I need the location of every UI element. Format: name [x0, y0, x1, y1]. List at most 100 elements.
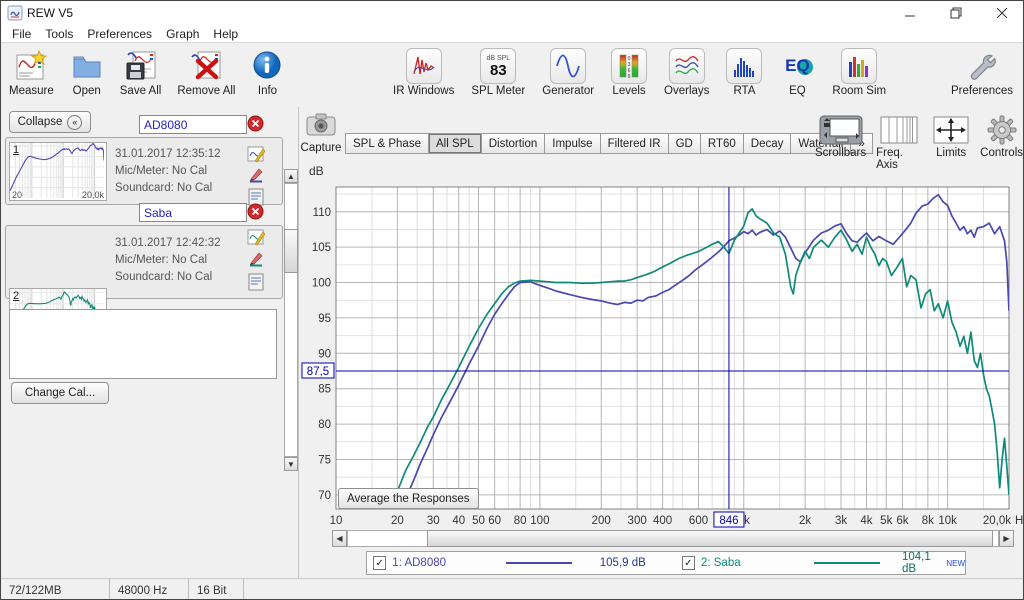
info-button[interactable]: Info	[247, 45, 287, 99]
legend-2-new-badge: NEW	[946, 559, 965, 568]
spl-meter-icon: dB SPL 83	[480, 47, 516, 85]
save-all-button[interactable]: Save All	[116, 45, 166, 99]
measurement-1-mic-cal: Mic/Meter: No Cal	[115, 163, 221, 180]
status-bit-depth: 16 Bit	[189, 579, 244, 600]
rta-label: RTA	[733, 85, 755, 97]
spl-meter-button[interactable]: dB SPL 83 SPL Meter	[467, 45, 529, 99]
measurement-1-thumbnail[interactable]: 1 20 20,0k	[9, 142, 107, 201]
rta-button[interactable]: RTA	[722, 45, 766, 99]
spl-meter-label: SPL Meter	[471, 85, 525, 97]
measurement-2-pencil-icon[interactable]	[246, 250, 266, 270]
limits-button[interactable]: Limits	[932, 113, 970, 171]
main-toolbar: Measure Open Save All Remove All	[1, 43, 1024, 107]
notes-textarea[interactable]	[9, 309, 277, 379]
close-button[interactable]	[979, 1, 1024, 25]
spl-plot[interactable]: 7075808590951001051101020304050608010020…	[301, 181, 1024, 533]
panel-scroll-up-button[interactable]: ▲	[284, 169, 298, 183]
controls-button[interactable]: Controls	[980, 113, 1023, 171]
measurement-2-trace-edit-icon[interactable]	[246, 227, 266, 247]
panel-scroll-down-button[interactable]: ▼	[284, 457, 298, 471]
measurement-2-delete-button[interactable]	[247, 203, 264, 225]
tab-distortion[interactable]: Distortion	[482, 133, 546, 154]
levels-icon: 0369	[611, 47, 647, 85]
measurement-1-pencil-icon[interactable]	[246, 166, 266, 186]
measurement-1-name-input[interactable]	[139, 115, 247, 134]
legend-1-label: 1: AD8080	[392, 557, 496, 569]
tab-spl-phase[interactable]: SPL & Phase	[345, 133, 429, 154]
measure-icon	[14, 47, 48, 85]
legend-2-value: 104,1 dB	[902, 551, 945, 575]
panel-scrollbar-track[interactable]	[284, 183, 298, 457]
measure-button[interactable]: Measure	[5, 45, 58, 99]
svg-text:10: 10	[330, 515, 343, 527]
status-bar: 72/122MB 48000 Hz 16 Bit	[1, 578, 1024, 600]
preferences-label: Preferences	[951, 85, 1013, 97]
svg-text:80: 80	[318, 419, 331, 431]
svg-text:2k: 2k	[799, 515, 811, 527]
change-cal-button[interactable]: Change Cal...	[11, 382, 109, 404]
ir-windows-icon	[406, 47, 442, 85]
restore-button[interactable]	[933, 1, 979, 25]
svg-text:75: 75	[318, 454, 331, 466]
tab-impulse[interactable]: Impulse	[545, 133, 600, 154]
svg-text:30: 30	[427, 515, 440, 527]
svg-text:8k: 8k	[922, 515, 934, 527]
controls-label: Controls	[980, 147, 1023, 159]
levels-label: Levels	[612, 85, 645, 97]
preferences-button[interactable]: Preferences	[947, 45, 1017, 99]
legend-2-checkbox[interactable]: ✓	[682, 556, 695, 570]
collapse-button[interactable]: Collapse «	[9, 111, 91, 133]
graph-scrollbar-thumb[interactable]	[427, 530, 993, 547]
info-icon	[251, 47, 283, 85]
spl-meter-value: 83	[490, 63, 507, 78]
measurement-1-soundcard-cal: Soundcard: No Cal	[115, 180, 221, 197]
generator-icon	[550, 47, 586, 85]
graph-scroll-left-button[interactable]: ◀	[332, 530, 347, 547]
tab-all-spl[interactable]: All SPL	[429, 133, 482, 154]
ir-windows-button[interactable]: IR Windows	[389, 45, 458, 99]
tab-decay[interactable]: Decay	[744, 133, 792, 154]
overlays-button[interactable]: Overlays	[660, 45, 713, 99]
camera-icon	[305, 124, 337, 141]
menu-preferences[interactable]: Preferences	[80, 26, 159, 42]
tab-gd[interactable]: GD	[669, 133, 701, 154]
remove-all-button[interactable]: Remove All	[173, 45, 239, 99]
room-sim-icon	[841, 47, 877, 85]
window-title: REW V5	[27, 6, 73, 20]
capture-button[interactable]: Capture	[295, 111, 347, 154]
ir-windows-label: IR Windows	[393, 85, 454, 97]
legend-1-checkbox[interactable]: ✓	[373, 556, 386, 570]
room-sim-button[interactable]: Room Sim	[828, 45, 890, 99]
tab-filtered-ir[interactable]: Filtered IR	[601, 133, 669, 154]
menu-graph[interactable]: Graph	[159, 26, 206, 42]
measurement-2-notes-icon[interactable]	[246, 272, 266, 292]
menu-help[interactable]: Help	[206, 26, 245, 42]
status-memory: 72/122MB	[1, 579, 110, 600]
generator-button[interactable]: Generator	[538, 45, 598, 99]
scrollbars-button[interactable]: Scrollbars	[815, 113, 866, 171]
measurement-2-mic-cal: Mic/Meter: No Cal	[115, 252, 221, 269]
panel-scrollbar-thumb[interactable]	[284, 229, 298, 273]
tab-rt60[interactable]: RT60	[701, 133, 744, 154]
eq-button[interactable]: EQ EQ	[775, 45, 819, 99]
measurement-1-xmin: 20	[12, 190, 22, 200]
menu-file[interactable]: File	[5, 26, 38, 42]
scrollbars-icon	[818, 113, 864, 147]
measurement-1-date: 31.01.2017 12:35:12	[115, 146, 221, 163]
measurement-1-trace-edit-icon[interactable]	[246, 144, 266, 164]
measurement-1-info: 31.01.2017 12:35:12 Mic/Meter: No Cal So…	[115, 146, 221, 197]
y-axis-title: dB	[309, 164, 324, 178]
open-button[interactable]: Open	[66, 45, 108, 99]
measurement-2-name-input[interactable]	[139, 203, 247, 222]
graph-scroll-right-button[interactable]: ▶	[999, 530, 1014, 547]
levels-button[interactable]: 0369 Levels	[607, 45, 651, 99]
menu-bar: File Tools Preferences Graph Help	[1, 25, 1024, 43]
freq-axis-button[interactable]: Freq. Axis	[876, 113, 922, 171]
wrench-icon	[965, 47, 999, 85]
menu-tools[interactable]: Tools	[38, 26, 80, 42]
eq-icon-text: EQ	[785, 56, 810, 76]
minimize-button[interactable]	[887, 1, 933, 25]
generator-label: Generator	[542, 85, 594, 97]
average-responses-button[interactable]: Average the Responses	[338, 488, 479, 509]
measurement-1-delete-button[interactable]	[247, 115, 264, 137]
